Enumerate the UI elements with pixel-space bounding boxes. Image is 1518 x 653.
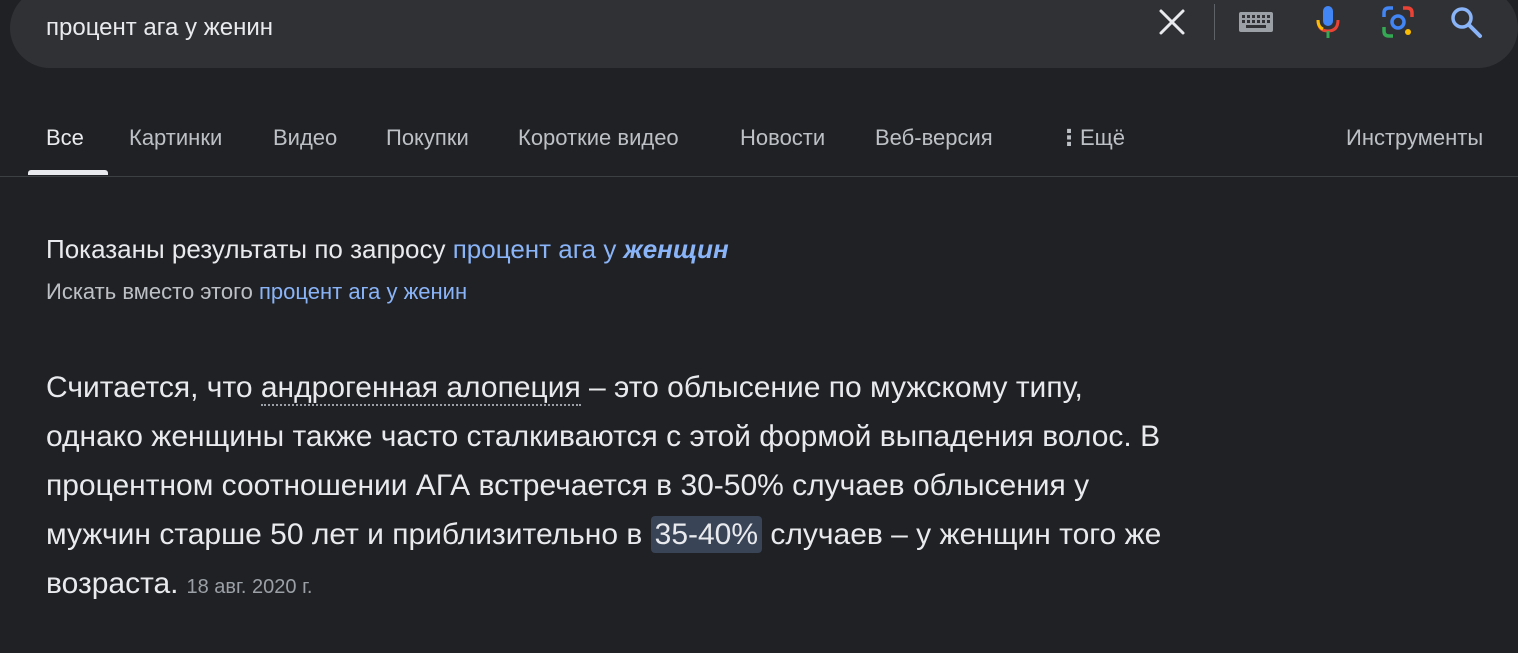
microphone-icon[interactable] bbox=[1308, 2, 1348, 42]
tab-images[interactable]: Картинки bbox=[129, 125, 222, 151]
corrected-query-start: процент ага у bbox=[452, 234, 624, 264]
active-tab-indicator bbox=[28, 170, 108, 175]
snippet-date: 18 авг. 2020 г. bbox=[186, 576, 313, 598]
corrected-query-link[interactable]: процент ага у женщин bbox=[453, 234, 729, 264]
tools-button[interactable]: Инструменты bbox=[1346, 125, 1483, 151]
google-lens-icon[interactable] bbox=[1378, 2, 1418, 42]
tab-more[interactable]: ⋮Ещё bbox=[1058, 125, 1125, 151]
corrected-query-emph: женщин bbox=[623, 234, 729, 264]
search-results-page: процент ага у женин Все Картинки Видео П… bbox=[0, 0, 1518, 653]
tab-shopping[interactable]: Покупки bbox=[386, 125, 469, 151]
search-tabs: Все Картинки Видео Покупки Короткие виде… bbox=[0, 112, 1518, 176]
search-bar[interactable]: процент ага у женин bbox=[10, 0, 1518, 68]
snippet-term-link[interactable]: андрогенная алопеция bbox=[260, 371, 581, 406]
tab-news[interactable]: Новости bbox=[740, 125, 825, 151]
search-icon[interactable] bbox=[1446, 2, 1486, 42]
tab-short-video[interactable]: Короткие видео bbox=[518, 125, 679, 151]
cutoff-content bbox=[52, 640, 172, 653]
tab-video[interactable]: Видео bbox=[273, 125, 337, 151]
search-instead-for: Искать вместо этого процент ага у женин bbox=[46, 279, 467, 305]
search-bar-divider bbox=[1214, 4, 1215, 40]
snippet-highlight: 35-40% bbox=[650, 516, 763, 553]
tab-more-label: Ещё bbox=[1080, 125, 1126, 150]
tab-all[interactable]: Все bbox=[46, 125, 84, 151]
close-icon[interactable] bbox=[1152, 2, 1192, 42]
showing-results-for: Показаны результаты по запросу процент а… bbox=[46, 234, 729, 265]
original-query-link[interactable]: процент ага у женин bbox=[259, 279, 467, 304]
featured-snippet: Считается, что андрогенная алопеция – эт… bbox=[46, 363, 1176, 612]
snippet-text-1: Считается, что bbox=[46, 371, 261, 404]
showing-prefix: Показаны результаты по запросу bbox=[46, 234, 446, 264]
search-input[interactable]: процент ага у женин bbox=[46, 14, 273, 42]
more-vert-icon: ⋮ bbox=[1058, 125, 1080, 150]
keyboard-icon[interactable] bbox=[1236, 2, 1276, 42]
tabs-divider bbox=[0, 176, 1518, 177]
instead-prefix: Искать вместо этого bbox=[46, 279, 253, 304]
tab-web[interactable]: Веб-версия bbox=[875, 125, 993, 151]
